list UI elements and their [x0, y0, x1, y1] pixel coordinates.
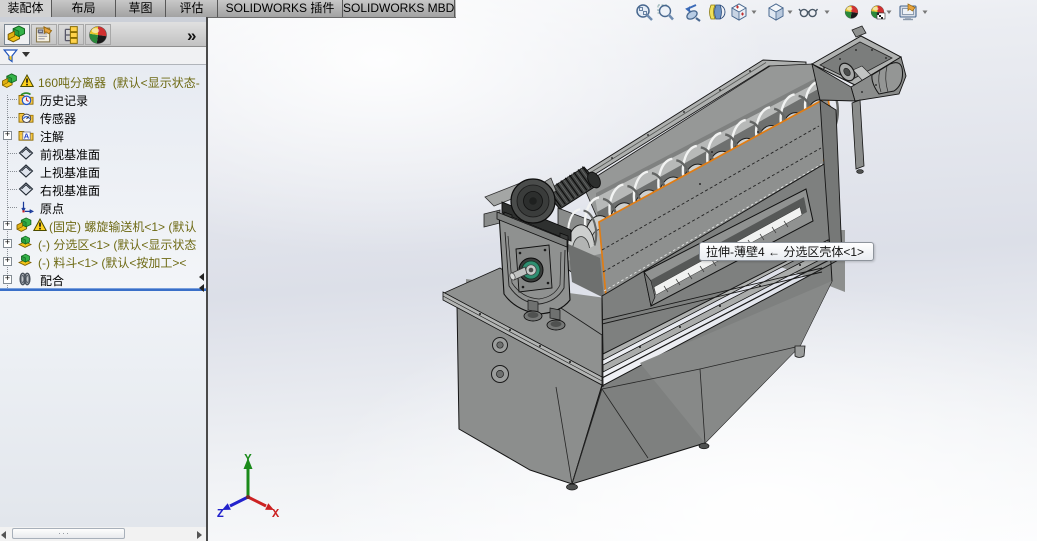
svg-text:X: X [272, 507, 280, 521]
svg-text:Y: Y [244, 452, 252, 466]
svg-text:Z: Z [217, 507, 224, 521]
